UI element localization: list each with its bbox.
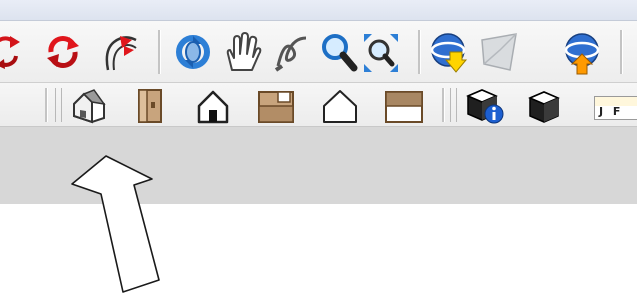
annotation-arrow [71, 155, 160, 293]
